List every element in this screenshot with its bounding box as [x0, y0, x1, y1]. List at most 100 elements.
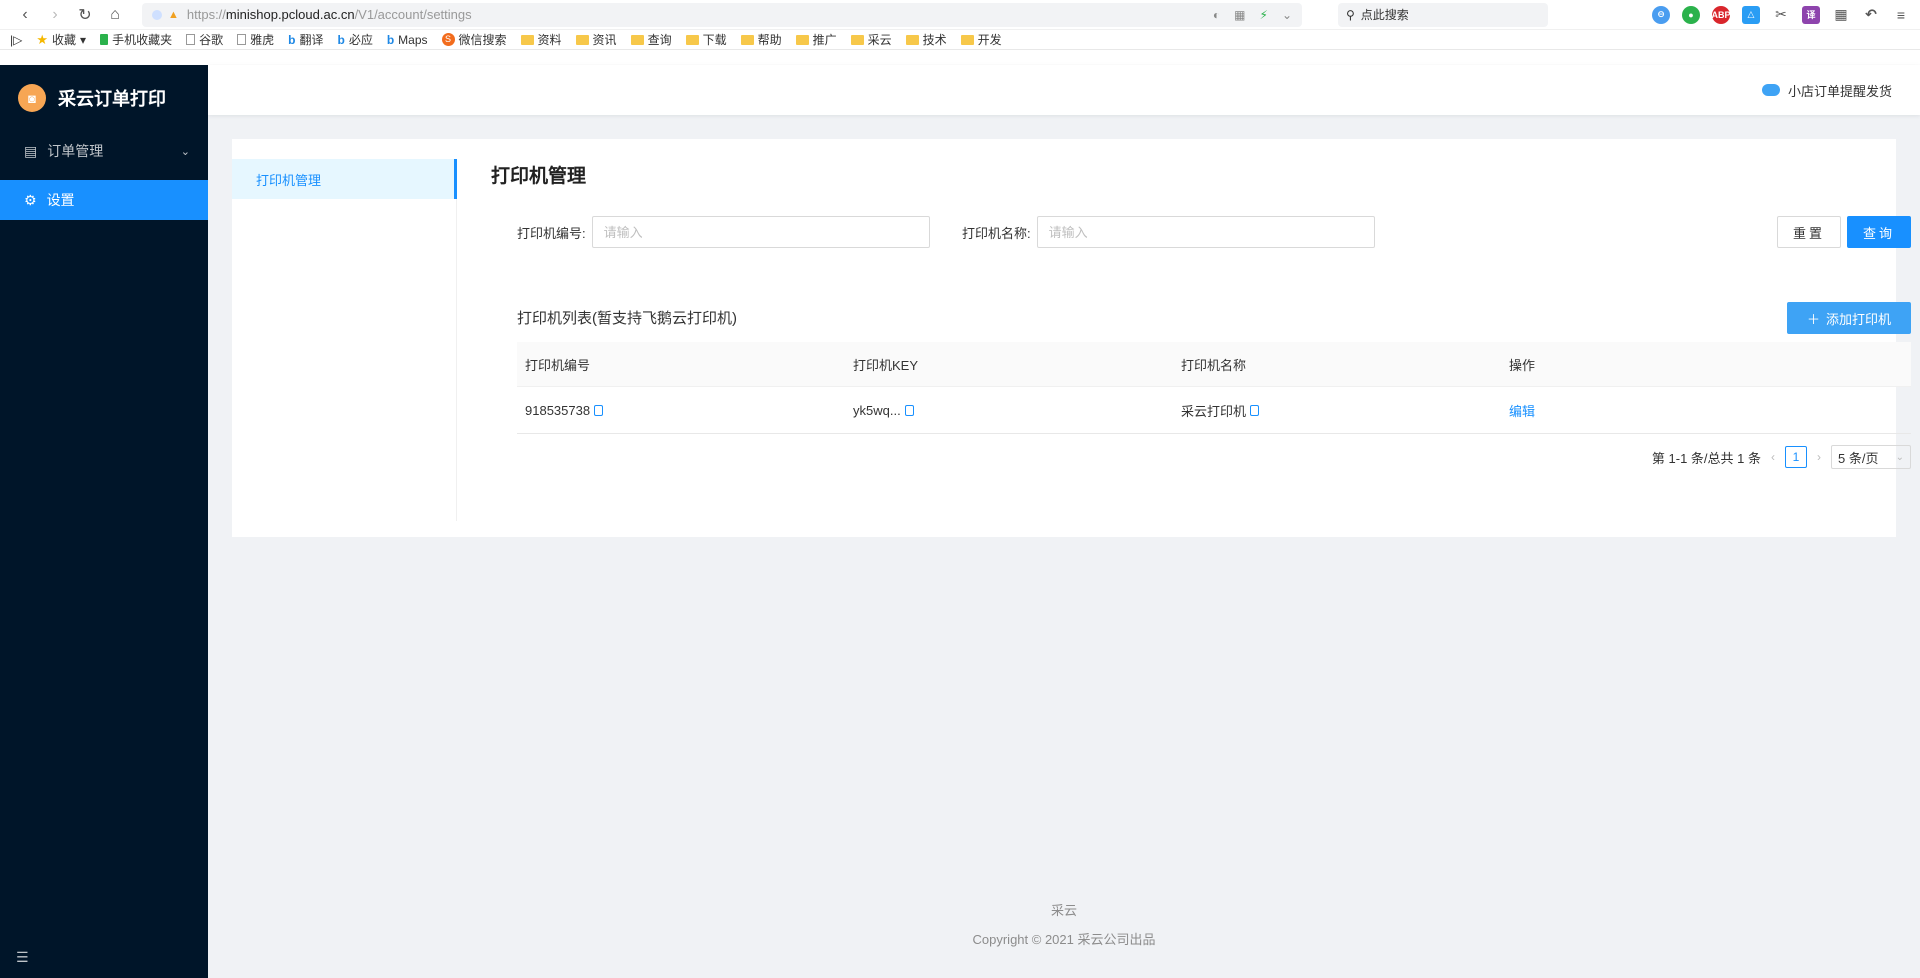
reset-button[interactable]: 重置 [1777, 216, 1841, 248]
app-layout: ◙ 采云订单打印 ▤ 订单管理 ⌄ ⚙ 设置 ☰ 小店订单提醒发货 打印机管理 … [0, 65, 1920, 978]
printer-name-value: 采云打印机 [1181, 403, 1247, 419]
main-area: 小店订单提醒发货 打印机管理 打印机管理 打印机编号: 打印机名称: 重置 [208, 65, 1920, 978]
address-bar[interactable]: ▲ https:// minishop.pcloud.ac.cn /V1/acc… [142, 2, 1302, 27]
printer-key-cell: yk5wq... [845, 403, 1173, 418]
bookmark-item[interactable]: b 必应 [337, 31, 372, 48]
submenu-item-printer[interactable]: 打印机管理 [232, 159, 457, 199]
prev-page-icon[interactable]: ‹ [1771, 450, 1775, 464]
bookmark-folder[interactable]: 开发 [960, 31, 1002, 48]
sidebar-item-orders[interactable]: ▤ 订单管理 ⌄ [0, 131, 208, 171]
bing-icon: b [288, 32, 296, 47]
sidebar-item-label: 设置 [46, 192, 75, 208]
bookmark-folder[interactable]: 帮助 [740, 31, 782, 48]
folder-icon [905, 34, 919, 45]
page-size-value: 5 条/页 [1838, 450, 1879, 466]
printer-no-cell: 918535738 [517, 403, 845, 418]
search-placeholder: 点此搜索 [1360, 8, 1409, 22]
back-button[interactable]: ‹ [10, 3, 40, 27]
bookmark-item[interactable]: 谷歌 [186, 31, 223, 48]
printer-name-field: 打印机名称: [962, 216, 1375, 248]
wechat-ext-icon[interactable]: ● [1682, 5, 1700, 24]
printer-no-field: 打印机编号: [517, 216, 930, 248]
add-printer-button[interactable]: ＋ 添加打印机 [1787, 302, 1911, 334]
folder-icon [850, 34, 864, 45]
translate-ext-icon[interactable]: ⊖ [1652, 5, 1670, 24]
apps-icon[interactable]: ▦ [1832, 6, 1850, 24]
settings-card: 打印机管理 打印机管理 打印机编号: 打印机名称: 重置 查询 打印机 [232, 139, 1911, 537]
shipping-reminder-link[interactable]: 小店订单提醒发货 [1788, 81, 1892, 100]
list-icon: ▤ [24, 142, 38, 159]
browser-toolbar: ‹ › ↻ ⌂ ▲ https:// minishop.pcloud.ac.cn… [0, 0, 1920, 30]
bookmark-item[interactable]: 手机收藏夹 [100, 31, 172, 48]
sidebar-toggle-icon[interactable]: |▷ [10, 33, 22, 47]
url-host: minishop.pcloud.ac.cn [225, 7, 355, 22]
url-scheme: https:// [186, 7, 226, 22]
browser-search[interactable]: ⚲ 点此搜索 [1338, 2, 1548, 27]
bing-icon: b [386, 32, 395, 47]
page-size-select[interactable]: 5 条/页 ⌄ [1831, 445, 1911, 469]
printer-no-label: 打印机编号: [517, 225, 586, 241]
action-cell: 编辑 [1501, 401, 1829, 420]
bookmark-item[interactable]: b 翻译 [288, 31, 323, 48]
bookmark-item[interactable]: b Maps [387, 33, 428, 47]
column-header: 操作 [1509, 357, 1536, 373]
scissors-icon[interactable]: ✂ [1772, 6, 1790, 24]
shield-icon[interactable]: ◐ [1213, 8, 1220, 22]
page-number-current[interactable]: 1 [1785, 446, 1807, 468]
edit-link[interactable]: 编辑 [1509, 401, 1535, 420]
sidebar-item-settings[interactable]: ⚙ 设置 [0, 180, 208, 220]
folder-icon [795, 34, 809, 45]
pagination: 第 1-1 条/总共 1 条 ‹ 1 › 5 条/页 ⌄ [517, 445, 1911, 469]
triangle-ext-icon[interactable]: △ [1742, 5, 1760, 24]
column-header: 打印机KEY [853, 357, 919, 373]
table-header: 打印机编号 打印机KEY 打印机名称 操作 [517, 342, 1911, 387]
copy-icon[interactable] [904, 404, 914, 416]
bookmark-folder[interactable]: 推广 [795, 31, 837, 48]
folder-icon [960, 34, 974, 45]
bookmark-folder[interactable]: 采云 [850, 31, 892, 48]
cloud-icon [1761, 84, 1780, 96]
folder-icon [685, 34, 699, 45]
filter-form: 打印机编号: 打印机名称: 重置 查询 [497, 216, 1911, 248]
menu-collapse-icon[interactable]: ☰ [16, 949, 29, 966]
translate-icon[interactable]: 译 [1802, 5, 1820, 24]
printer-name-label: 打印机名称: [962, 225, 1031, 241]
bookmark-folder[interactable]: 技术 [905, 31, 947, 48]
next-page-icon[interactable]: › [1817, 450, 1821, 464]
bolt-icon[interactable]: ⚡ [1260, 8, 1268, 22]
sidebar: ◙ 采云订单打印 ▤ 订单管理 ⌄ ⚙ 设置 ☰ [0, 65, 208, 978]
bookmark-folder[interactable]: 下载 [685, 31, 727, 48]
grid-icon[interactable]: ▦ [1234, 8, 1245, 22]
app-logo[interactable]: ◙ 采云订单打印 [0, 65, 208, 131]
site-icon [152, 9, 162, 20]
bookmark-folder[interactable]: 查询 [630, 31, 672, 48]
column-header: 打印机名称 [1181, 357, 1247, 373]
printer-no-input[interactable] [591, 216, 930, 248]
bookmark-item[interactable]: 雅虎 [237, 31, 274, 48]
page-icon [186, 34, 196, 45]
home-button[interactable]: ⌂ [100, 3, 130, 27]
undo-icon[interactable]: ↶ [1862, 6, 1880, 24]
adblock-icon[interactable]: ABP [1712, 5, 1731, 24]
printer-name-cell: 采云打印机 [1173, 401, 1501, 420]
bookmark-folder[interactable]: 资讯 [575, 31, 617, 48]
bookmark-item[interactable]: ★ 收藏 ▾ [36, 31, 86, 48]
plus-icon: ＋ [1806, 311, 1820, 327]
chevron-down-icon[interactable]: ⌄ [1282, 8, 1292, 22]
page-icon [237, 34, 247, 45]
menu-icon[interactable]: ≡ [1892, 6, 1910, 24]
query-button[interactable]: 查询 [1847, 216, 1911, 248]
forward-button[interactable]: › [40, 3, 70, 27]
chevron-down-icon: ⌄ [180, 145, 190, 158]
bookmark-folder[interactable]: 资料 [520, 31, 562, 48]
bookmark-item[interactable]: S 微信搜索 [441, 31, 507, 48]
table-row: 918535738 yk5wq... 采云打印机 编辑 [517, 387, 1911, 434]
printer-name-input[interactable] [1036, 216, 1375, 248]
reload-button[interactable]: ↻ [70, 3, 100, 27]
copy-icon[interactable] [1250, 404, 1260, 416]
footer: 采云 Copyright © 2021 采云公司出品 [208, 900, 1920, 948]
copy-icon[interactable] [594, 404, 604, 416]
column-header: 打印机编号 [525, 357, 591, 373]
folder-icon [740, 34, 754, 45]
printer-key-value: yk5wq... [853, 402, 901, 418]
